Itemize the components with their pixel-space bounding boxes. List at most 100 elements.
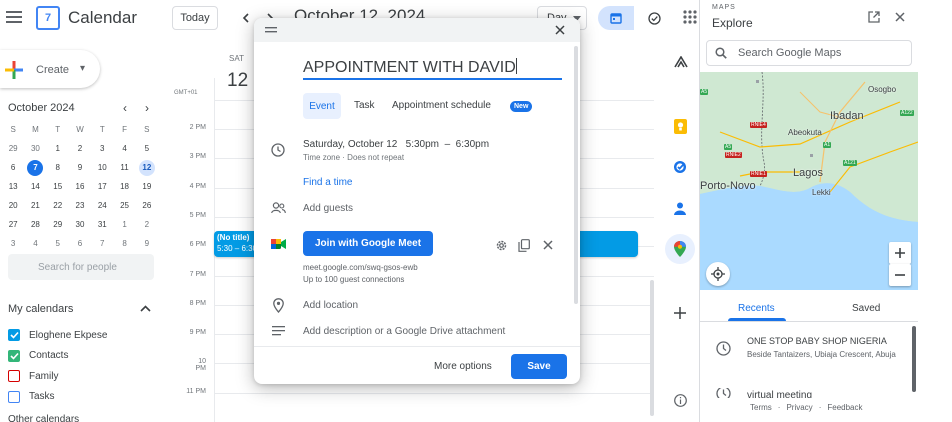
my-calendars-heading[interactable]: My calendars [8, 303, 73, 315]
save-button[interactable]: Save [511, 354, 567, 379]
dialog-scrollbar[interactable] [574, 46, 578, 304]
mini-day[interactable]: 29 [47, 215, 69, 234]
mini-day[interactable]: 27 [2, 215, 24, 234]
mini-day[interactable]: 1 [47, 139, 69, 158]
mini-day[interactable]: 21 [24, 196, 46, 215]
mini-day[interactable]: 12 [136, 158, 158, 177]
map-place-label[interactable]: Lagos [793, 167, 823, 179]
mini-day[interactable]: 19 [136, 177, 158, 196]
close-panel-icon[interactable] [892, 9, 908, 25]
calendar-item[interactable]: Eloghene Ekpese [8, 327, 107, 343]
search-people-input[interactable]: Search for people [8, 254, 154, 280]
prev-day-icon[interactable] [236, 8, 256, 28]
calendar-checkbox[interactable] [8, 329, 20, 341]
mini-day[interactable]: 26 [136, 196, 158, 215]
calendar-view-toggle[interactable] [598, 6, 634, 30]
mini-day[interactable]: 4 [24, 234, 46, 253]
zoom-out-icon[interactable] [889, 264, 911, 286]
map-place-label[interactable]: Osogbo [868, 85, 896, 94]
mini-day[interactable]: 31 [91, 215, 113, 234]
map-place-label[interactable]: Lekki [812, 188, 831, 197]
tab-task[interactable]: Task [354, 100, 375, 111]
mini-day[interactable]: 5 [136, 139, 158, 158]
add-description-field[interactable]: Add description or a Google Drive attach… [303, 326, 505, 337]
map-view[interactable]: Osogbo Ibadan Abeokuta Lagos Lekki Porto-Novo… [700, 72, 918, 290]
calendar-item[interactable]: Tasks [8, 389, 55, 405]
mini-day[interactable]: 20 [2, 196, 24, 215]
tasks-view-toggle[interactable] [636, 6, 672, 30]
mini-day[interactable]: 9 [69, 158, 91, 177]
join-google-meet-button[interactable]: Join with Google Meet [303, 231, 433, 256]
tasks-icon[interactable] [671, 158, 689, 176]
mini-day[interactable]: 14 [24, 177, 46, 196]
mini-day[interactable]: 16 [69, 177, 91, 196]
recents-scrollbar[interactable] [912, 326, 916, 392]
find-a-time-link[interactable]: Find a time [303, 177, 352, 188]
other-calendars-heading[interactable]: Other calendars [8, 414, 79, 422]
add-location-field[interactable]: Add location [303, 300, 358, 311]
apps-grid-icon[interactable] [681, 8, 699, 26]
tab-recents[interactable]: Recents [738, 303, 775, 314]
event-time-range[interactable]: 5:30pm – 6:30pm [406, 139, 489, 150]
mini-day[interactable]: 24 [91, 196, 113, 215]
mini-day[interactable]: 22 [47, 196, 69, 215]
zoom-in-icon[interactable] [889, 242, 911, 264]
mini-day[interactable]: 4 [113, 139, 135, 158]
chevron-up-icon[interactable] [139, 302, 151, 314]
copy-icon[interactable] [516, 237, 532, 253]
remove-meet-icon[interactable] [540, 237, 556, 253]
mini-day[interactable]: 3 [91, 139, 113, 158]
main-menu-icon[interactable] [4, 7, 24, 27]
open-new-tab-icon[interactable] [866, 9, 882, 25]
feedback-link[interactable]: Feedback [827, 403, 862, 412]
calendar-item[interactable]: Contacts [8, 348, 68, 364]
recent-place-title[interactable]: virtual meeting [747, 390, 812, 398]
mini-day[interactable]: 15 [47, 177, 69, 196]
add-guests-field[interactable]: Add guests [303, 203, 353, 214]
calendar-checkbox[interactable] [8, 349, 20, 362]
mini-day[interactable]: 29 [2, 139, 24, 158]
mini-day[interactable]: 6 [69, 234, 91, 253]
tab-event[interactable]: Event [303, 93, 341, 119]
mini-next-icon[interactable]: › [140, 101, 154, 115]
mini-day[interactable]: 30 [24, 139, 46, 158]
meet-link[interactable]: meet.google.com/swq-gsos-ewb [303, 263, 418, 272]
tab-appointment-schedule[interactable]: Appointment schedule [392, 100, 491, 111]
privacy-link[interactable]: Privacy [786, 403, 812, 412]
mini-day[interactable]: 8 [47, 158, 69, 177]
terms-link[interactable]: Terms [750, 403, 772, 412]
workspace-logo-icon[interactable] [672, 54, 690, 70]
map-place-label[interactable]: Abeokuta [788, 128, 822, 137]
mini-day[interactable]: 9 [136, 234, 158, 253]
mini-day[interactable]: 2 [69, 139, 91, 158]
event-date[interactable]: Saturday, October 12 [303, 139, 397, 150]
mini-day[interactable]: 23 [69, 196, 91, 215]
calendar-checkbox[interactable] [8, 390, 20, 403]
contacts-icon[interactable] [671, 199, 689, 217]
maps-icon[interactable] [665, 234, 695, 264]
map-place-label[interactable]: Porto-Novo [700, 180, 756, 192]
mini-prev-icon[interactable]: ‹ [118, 101, 132, 115]
map-place-label[interactable]: Ibadan [830, 110, 864, 122]
create-dropdown-icon[interactable]: ▾ [80, 63, 85, 74]
more-options-button[interactable]: More options [434, 361, 492, 372]
drag-handle-icon[interactable] [265, 26, 277, 34]
mini-day[interactable]: 1 [113, 215, 135, 234]
mini-day[interactable]: 6 [2, 158, 24, 177]
today-button[interactable]: Today [172, 6, 218, 30]
mini-day[interactable]: 7 [91, 234, 113, 253]
mini-day[interactable]: 5 [47, 234, 69, 253]
mini-day[interactable]: 8 [113, 234, 135, 253]
gear-icon[interactable] [493, 237, 509, 253]
mini-day[interactable]: 7 [24, 158, 46, 177]
keep-icon[interactable] [671, 117, 689, 135]
tab-saved[interactable]: Saved [852, 303, 880, 314]
day-column-date[interactable]: 12 [227, 70, 248, 92]
mini-day[interactable]: 11 [113, 158, 135, 177]
close-icon[interactable] [553, 23, 567, 37]
mini-day[interactable]: 18 [113, 177, 135, 196]
calendar-item[interactable]: Family [8, 368, 58, 384]
event-datetime[interactable]: Saturday, October 12 5:30pm – 6:30pm [303, 139, 489, 150]
mini-day[interactable]: 2 [136, 215, 158, 234]
mini-day[interactable]: 28 [24, 215, 46, 234]
